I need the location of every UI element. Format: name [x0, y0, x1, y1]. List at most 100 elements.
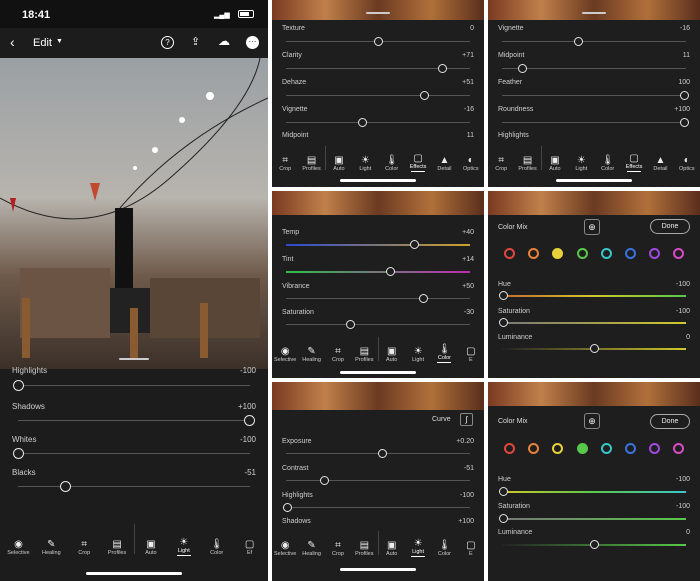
edit-mode-label[interactable]: Edit — [33, 37, 52, 49]
tool-auto[interactable]: ▣ Auto — [135, 539, 168, 556]
tool-auto[interactable]: ▣ Auto — [542, 155, 568, 172]
tool-healing[interactable]: ✎ Healing — [298, 346, 324, 363]
curve-icon[interactable]: ∫ — [460, 413, 473, 426]
tool-effects[interactable]: ▢ E — [458, 346, 484, 363]
tool-detail[interactable]: ▲ Detail — [431, 155, 457, 172]
help-icon[interactable]: ? — [161, 36, 174, 49]
tool-light[interactable]: ☀ Light — [167, 537, 200, 556]
tool-color[interactable]: 🌡 Color — [200, 539, 233, 556]
slider-knob[interactable] — [499, 291, 508, 300]
swatch-magenta[interactable] — [673, 443, 684, 454]
tool-crop[interactable]: ⌗ Crop — [325, 346, 351, 363]
sheet-grabber[interactable] — [582, 12, 606, 14]
tool-effects[interactable]: ▢ Ef — [233, 539, 266, 556]
slider-knob[interactable] — [680, 118, 689, 127]
tool-color[interactable]: 🌡 Color — [595, 155, 621, 172]
slider-knob[interactable] — [358, 118, 367, 127]
tool-profiles[interactable]: ▤ Profiles — [351, 540, 377, 557]
swatch-green[interactable] — [577, 443, 588, 454]
swatch-purple[interactable] — [649, 248, 660, 259]
slider-knob[interactable] — [346, 320, 355, 329]
done-button[interactable]: Done — [650, 219, 690, 234]
tool-profiles[interactable]: ▤ Profiles — [514, 155, 540, 172]
tool-crop[interactable]: ⌗ Crop — [272, 155, 298, 172]
sheet-grabber[interactable] — [119, 358, 149, 360]
cloud-sync-icon[interactable]: ☁ — [218, 34, 230, 48]
slider-knob[interactable] — [13, 380, 24, 391]
slider-knob[interactable] — [374, 37, 383, 46]
swatch-red[interactable] — [504, 443, 515, 454]
tool-crop[interactable]: ⌗ Crop — [488, 155, 514, 172]
slider-knob[interactable] — [438, 64, 447, 73]
tool-light[interactable]: ☀ Light — [405, 346, 431, 363]
swatch-yellow[interactable] — [552, 443, 563, 454]
slider-knob[interactable] — [386, 267, 395, 276]
slider-knob[interactable] — [590, 540, 599, 549]
tool-light[interactable]: ☀ Light — [352, 155, 378, 172]
tool-selective[interactable]: ◉ Selective — [272, 540, 298, 557]
tool-crop[interactable]: ⌗ Crop — [325, 540, 351, 557]
tool-color[interactable]: 🌡 Color — [379, 155, 405, 172]
color-mix-title: Color Mix — [498, 224, 528, 231]
tool-healing[interactable]: ✎ Healing — [35, 539, 68, 556]
photo-strip — [488, 382, 700, 406]
tool-light[interactable]: ☀ Light — [568, 155, 594, 172]
swatch-yellow[interactable] — [552, 248, 563, 259]
share-icon[interactable]: ⇪ — [191, 35, 200, 48]
swatch-red[interactable] — [504, 248, 515, 259]
slider-knob[interactable] — [283, 503, 292, 512]
slider-knob[interactable] — [419, 294, 428, 303]
tool-effects[interactable]: ▢ Effects — [405, 153, 431, 172]
sheet-grabber[interactable] — [366, 12, 390, 14]
curve-label[interactable]: Curve — [432, 416, 451, 423]
tool-color[interactable]: 🌡 Color — [431, 540, 457, 557]
tool-optics[interactable]: ◐ Optics — [674, 155, 700, 172]
tool-auto[interactable]: ▣ Auto — [326, 155, 352, 172]
slider-knob[interactable] — [320, 476, 329, 485]
swatch-purple[interactable] — [649, 443, 660, 454]
tool-selective[interactable]: ◉ Selective — [2, 539, 35, 556]
slider-knob[interactable] — [499, 487, 508, 496]
slider-knob[interactable] — [499, 318, 508, 327]
swatch-aqua[interactable] — [601, 248, 612, 259]
tool-auto[interactable]: ▣ Auto — [379, 346, 405, 363]
home-indicator — [556, 179, 632, 182]
slider-knob[interactable] — [590, 344, 599, 353]
more-icon[interactable]: ··· — [246, 36, 259, 49]
slider-knob[interactable] — [244, 415, 255, 426]
tool-effects[interactable]: ▢ Effects — [621, 153, 647, 172]
swatch-green[interactable] — [577, 248, 588, 259]
tool-light[interactable]: ☀ Light — [405, 538, 431, 557]
swatch-orange[interactable] — [528, 443, 539, 454]
slider-knob[interactable] — [518, 64, 527, 73]
tool-detail[interactable]: ▲ Detail — [647, 155, 673, 172]
targeted-adjust-icon[interactable]: ⊕ — [584, 413, 600, 429]
tool-color[interactable]: 🌡 Color — [431, 344, 457, 363]
tool-profiles[interactable]: ▤ Profiles — [351, 346, 377, 363]
slider-knob[interactable] — [13, 448, 24, 459]
tool-crop[interactable]: ⌗ Crop — [68, 539, 101, 556]
chevron-down-icon[interactable]: ▼ — [56, 38, 63, 45]
tool-selective[interactable]: ◉ Selective — [272, 346, 298, 363]
done-button[interactable]: Done — [650, 414, 690, 429]
tool-healing[interactable]: ✎ Healing — [298, 540, 324, 557]
swatch-magenta[interactable] — [673, 248, 684, 259]
slider-knob[interactable] — [574, 37, 583, 46]
slider-knob[interactable] — [420, 91, 429, 100]
slider-knob[interactable] — [60, 481, 71, 492]
swatch-orange[interactable] — [528, 248, 539, 259]
slider-knob[interactable] — [680, 91, 689, 100]
back-chevron-icon[interactable]: ‹ — [10, 34, 15, 50]
swatch-blue[interactable] — [625, 443, 636, 454]
tool-effects[interactable]: ▢ E — [458, 540, 484, 557]
swatch-aqua[interactable] — [601, 443, 612, 454]
targeted-adjust-icon[interactable]: ⊕ — [584, 219, 600, 235]
slider-knob[interactable] — [378, 449, 387, 458]
tool-profiles[interactable]: ▤ Profiles — [298, 155, 324, 172]
tool-optics[interactable]: ◐ Optics — [458, 155, 484, 172]
slider-knob[interactable] — [499, 514, 508, 523]
tool-profiles[interactable]: ▤ Profiles — [101, 539, 134, 556]
slider-knob[interactable] — [410, 240, 419, 249]
swatch-blue[interactable] — [625, 248, 636, 259]
tool-auto[interactable]: ▣ Auto — [379, 540, 405, 557]
